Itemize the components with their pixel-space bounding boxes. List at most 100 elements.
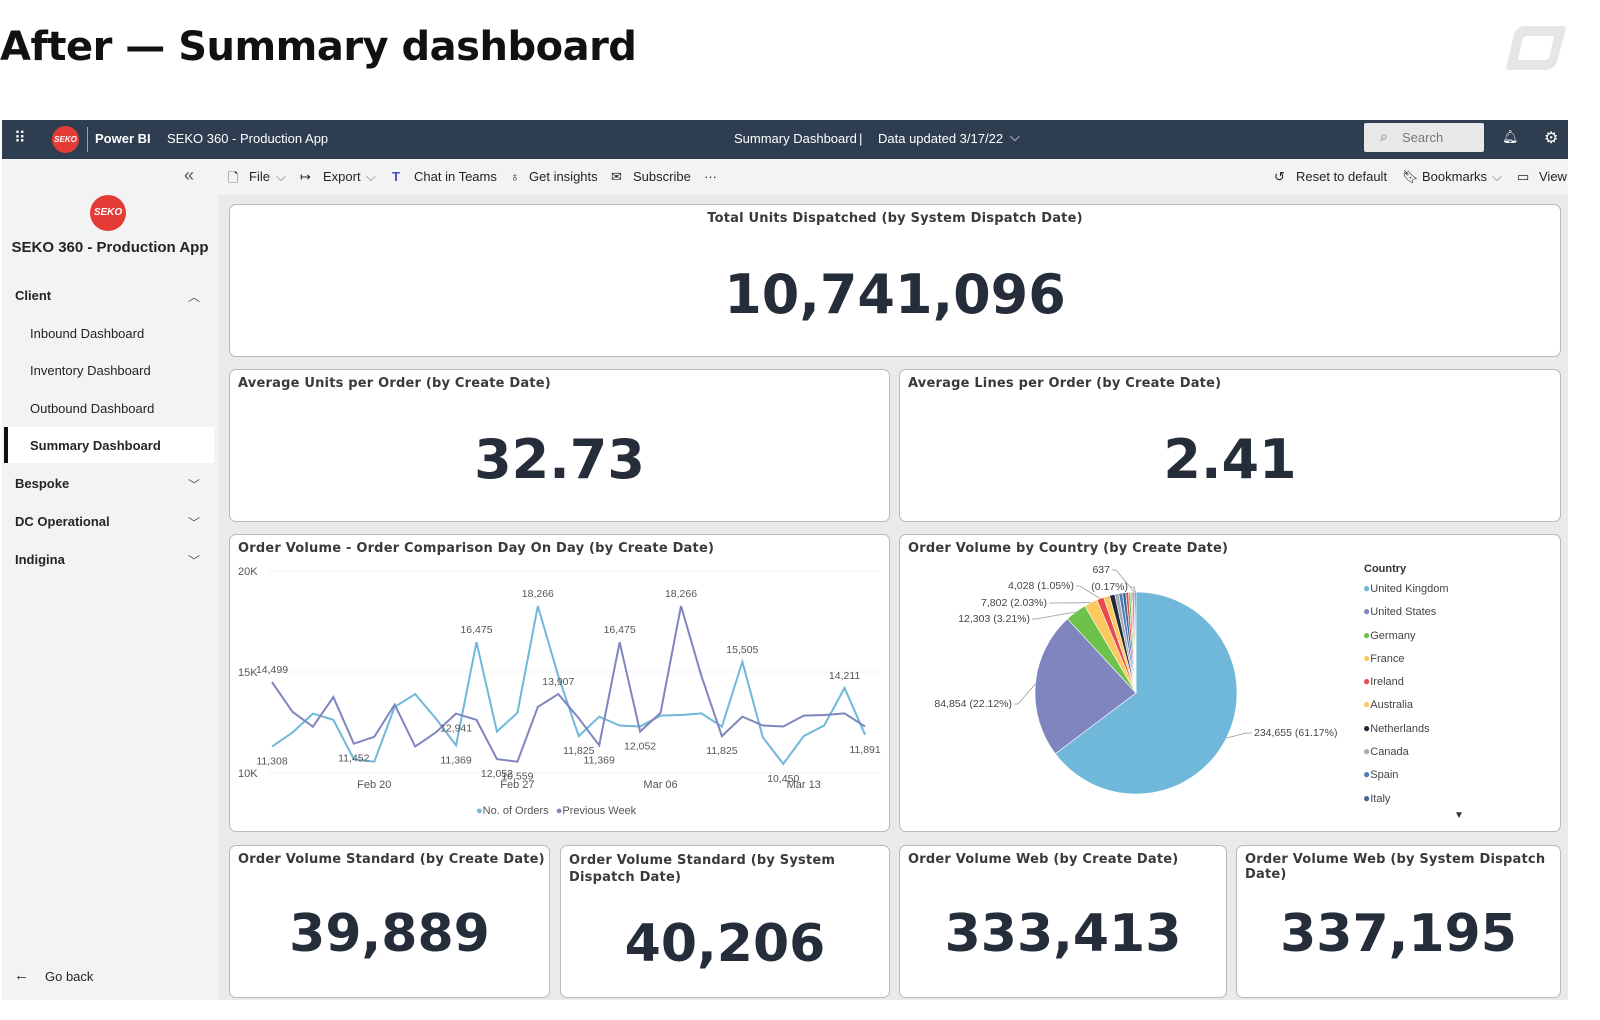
- pie-legend: ●United Kingdom ●United States ●Germany ●Fr…: [1363, 581, 1449, 814]
- app-logo: SEKO: [90, 195, 126, 231]
- seko-logo: SEKO: [52, 126, 79, 153]
- chevron-up-icon: ︿: [188, 290, 201, 304]
- bell-icon[interactable]: 🔔︎: [1502, 129, 1519, 145]
- legend-item[interactable]: Previous Week: [562, 805, 636, 817]
- legend-item[interactable]: ●France: [1363, 651, 1449, 674]
- pie-chart-card[interactable]: Order Volume by Country (by Create Date)…: [899, 534, 1561, 832]
- workspace-name[interactable]: SEKO 360 - Production App: [167, 131, 328, 146]
- kpi-card-ov-standard-dispatch[interactable]: Order Volume Standard (by System Dispatc…: [560, 845, 890, 998]
- data-label: 13,907: [542, 676, 574, 688]
- data-label: 18,266: [665, 588, 697, 600]
- legend-item[interactable]: ●Netherlands: [1363, 721, 1449, 744]
- data-label: 12,052: [624, 741, 656, 753]
- subscribe-button[interactable]: Subscribe: [633, 169, 691, 184]
- kpi-value: 2.41: [1163, 428, 1297, 491]
- legend-item[interactable]: No. of Orders: [483, 805, 549, 817]
- gear-icon[interactable]: ⚙: [1544, 128, 1558, 148]
- view-menu[interactable]: View: [1539, 169, 1567, 184]
- section-label: DC Operational: [15, 514, 110, 529]
- kpi-value: 39,889: [289, 904, 490, 964]
- kpi-card-ov-web-dispatch[interactable]: Order Volume Web (by System Dispatch Dat…: [1236, 845, 1561, 998]
- search-input[interactable]: ⌕ Search: [1364, 123, 1484, 152]
- nav-section-indigina[interactable]: Indigina ﹀: [2, 543, 218, 575]
- chart-legend: ●No. of Orders ●Previous Week: [476, 805, 636, 817]
- kpi-card-avg-lines[interactable]: Average Lines per Order (by Create Date)…: [899, 369, 1561, 522]
- power-bi-home-link[interactable]: Power BI: [95, 131, 151, 146]
- legend-item[interactable]: ●United Kingdom: [1363, 581, 1449, 604]
- kpi-card-avg-units[interactable]: Average Units per Order (by Create Date)…: [229, 369, 890, 522]
- data-label: 10,450: [767, 773, 799, 785]
- legend-item[interactable]: ●Spain: [1363, 767, 1449, 790]
- legend-label: Netherlands: [1370, 722, 1430, 735]
- kpi-value: 40,206: [624, 914, 826, 974]
- chevron-down-icon: ﹀: [188, 478, 201, 492]
- mail-icon: ✉: [611, 169, 622, 184]
- legend-label: United Kingdom: [1370, 583, 1449, 595]
- legend-label: Germany: [1370, 629, 1416, 642]
- chevron-down-icon: ⌵: [276, 169, 286, 184]
- slice-label: 7,802 (2.03%): [981, 597, 1047, 609]
- slice-label: 234,655 (61.17%): [1254, 727, 1337, 739]
- export-menu[interactable]: Export: [323, 169, 361, 184]
- action-toolbar: « 🗋 File ⌵ ↦ Export ⌵ T Chat in Teams ♁ …: [2, 159, 1568, 195]
- pie-chart: 234,655 (61.17%) 84,854 (22.12%) 12,303 (3…: [934, 564, 1337, 795]
- sidebar-item-inventory[interactable]: Inventory Dashboard: [30, 363, 151, 378]
- legend-label: Canada: [1370, 746, 1409, 759]
- line-chart-card[interactable]: Order Volume - Order Comparison Day On D…: [229, 534, 890, 832]
- kpi-card-total-units[interactable]: Total Units Dispatched (by System Dispat…: [229, 204, 1561, 357]
- data-label: 11,369: [440, 754, 471, 766]
- nav-section-client[interactable]: Client ︿: [2, 279, 218, 311]
- sidebar-item-inbound[interactable]: Inbound Dashboard: [30, 326, 144, 341]
- get-insights-button[interactable]: Get insights: [529, 169, 598, 184]
- data-label: 15,505: [726, 644, 758, 656]
- search-icon: ⌕: [1380, 128, 1388, 144]
- line-chart: 10K15K20KFeb 20 Feb 27 Mar 06 Mar 1314,4991…: [238, 566, 882, 791]
- bookmarks-menu[interactable]: Bookmarks: [1422, 169, 1487, 184]
- slice-label: 84,854 (22.12%): [934, 698, 1012, 710]
- chevron-down-icon[interactable]: ⌵: [1010, 129, 1020, 145]
- nav-section-bespoke[interactable]: Bespoke ﹀: [2, 467, 218, 499]
- arrow-left-icon: ←: [14, 967, 29, 984]
- file-menu[interactable]: File: [249, 169, 270, 184]
- nav-section-dc-operational[interactable]: DC Operational ﹀: [2, 505, 218, 537]
- legend-label: France: [1370, 652, 1405, 665]
- kpi-card-ov-standard-create[interactable]: Order Volume Standard (by Create Date) 3…: [229, 845, 550, 998]
- view-icon: ▭: [1517, 169, 1530, 184]
- kpi-card-ov-web-create[interactable]: Order Volume Web (by Create Date) 333,41…: [899, 845, 1227, 998]
- y-tick-label: 20K: [238, 566, 258, 578]
- reset-to-default-button[interactable]: Reset to default: [1296, 169, 1387, 184]
- legend-scroll-down-icon[interactable]: ▼: [1454, 810, 1464, 821]
- report-name: Summary Dashboard: [734, 131, 857, 146]
- legend-item[interactable]: ●Canada: [1363, 744, 1449, 767]
- data-label: 12,941: [440, 723, 472, 735]
- legend-item[interactable]: ●United States: [1363, 604, 1449, 627]
- data-label: 11,452: [338, 753, 369, 765]
- sidebar-nav: SEKO SEKO 360 - Production App Client ︿ …: [2, 195, 218, 1000]
- more-options-button[interactable]: ···: [704, 169, 717, 184]
- legend-item[interactable]: ●Ireland: [1363, 674, 1449, 697]
- collapse-nav-icon[interactable]: «: [184, 165, 194, 186]
- app-launcher-icon[interactable]: ⠿: [14, 128, 27, 148]
- sidebar-item-label: Summary Dashboard: [30, 438, 161, 453]
- data-updated-dropdown[interactable]: Data updated 3/17/22: [878, 131, 1003, 146]
- file-icon: 🗋: [228, 170, 239, 185]
- legend-item[interactable]: ●Germany: [1363, 628, 1449, 651]
- chat-in-teams-button[interactable]: Chat in Teams: [414, 169, 497, 184]
- legend-label: Ireland: [1370, 676, 1404, 689]
- chevron-down-icon: ﹀: [188, 516, 201, 530]
- data-label: 14,499: [256, 664, 288, 676]
- legend-item[interactable]: ●Italy: [1363, 791, 1449, 814]
- card-title: Order Volume Standard (by Create Date): [238, 852, 545, 867]
- card-title: Total Units Dispatched (by System Dispat…: [707, 211, 1083, 226]
- legend-item[interactable]: ●Australia: [1363, 697, 1449, 720]
- section-label: Client: [15, 288, 52, 303]
- app-title: SEKO 360 - Production App: [11, 239, 209, 256]
- legend-label: Spain: [1370, 769, 1399, 782]
- slice-label: 12,303 (3.21%): [958, 613, 1030, 625]
- sidebar-item-summary[interactable]: Summary Dashboard: [4, 427, 214, 463]
- bookmark-icon: 🔖︎: [1402, 169, 1419, 184]
- slice-label: 637: [1092, 564, 1110, 576]
- go-back-label: Go back: [45, 969, 94, 984]
- sidebar-item-outbound[interactable]: Outbound Dashboard: [30, 401, 154, 416]
- go-back-button[interactable]: ← Go back: [14, 967, 134, 987]
